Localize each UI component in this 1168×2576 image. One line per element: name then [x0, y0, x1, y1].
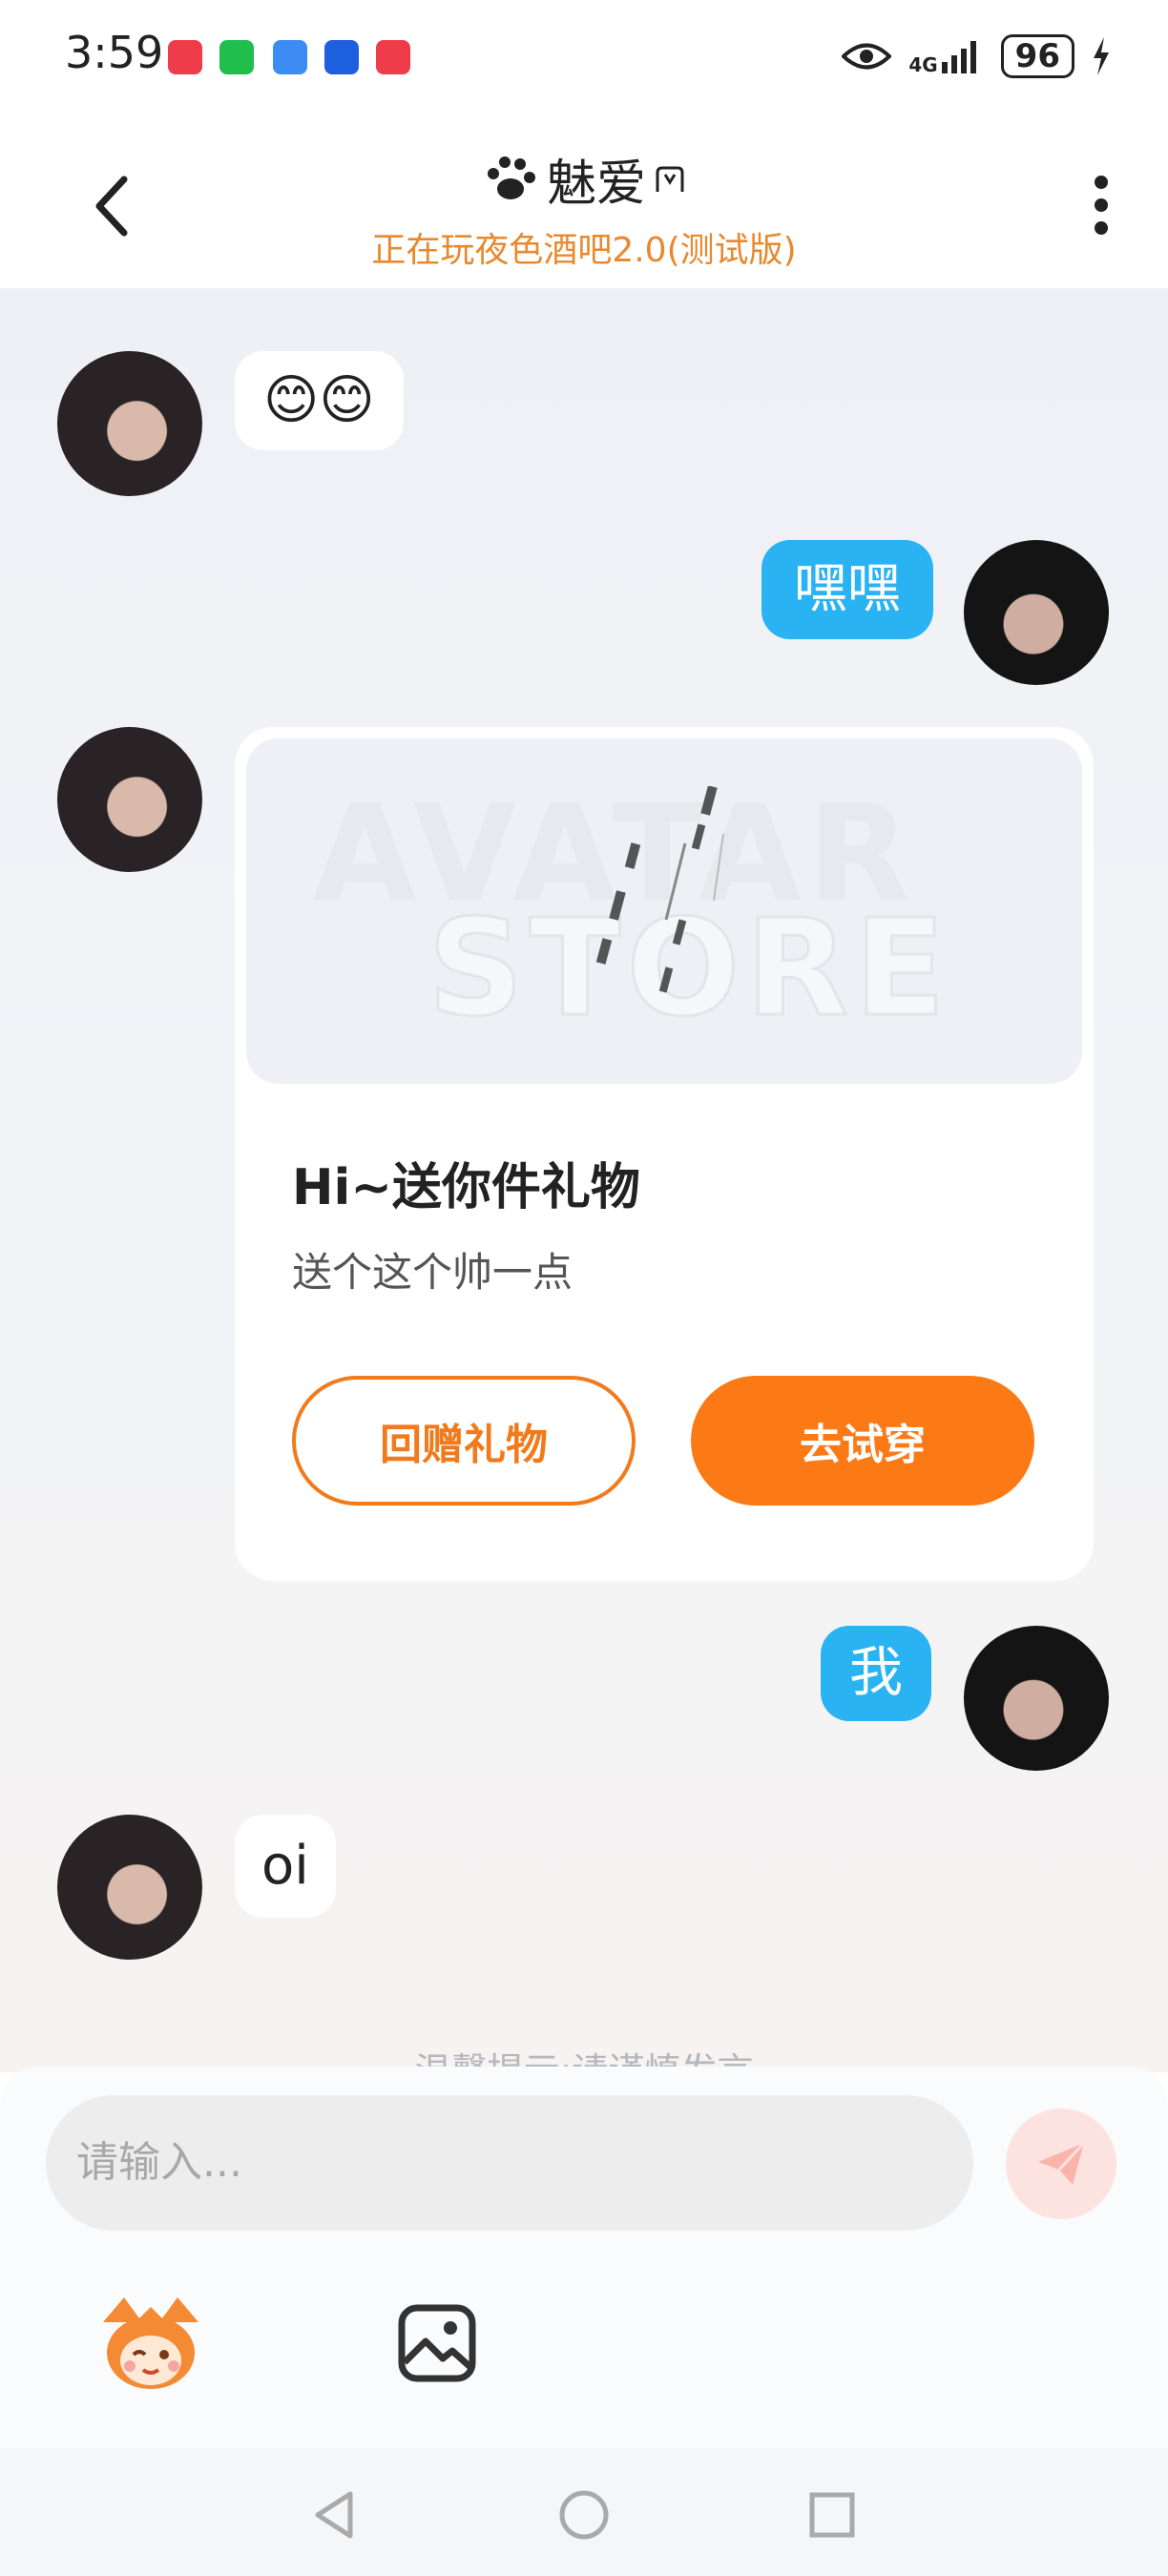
return-gift-button[interactable]: 回赠礼物 [292, 1376, 636, 1506]
contact-name-text: 魅爱 [546, 156, 646, 213]
sticker-button[interactable] [94, 2286, 208, 2400]
try-on-button[interactable]: 去试穿 [691, 1376, 1034, 1506]
message-bubble-received[interactable]: 😊😊 [235, 351, 404, 450]
header-title-area: 魅爱 正在玩夜色酒吧2.0(测试版) [0, 143, 1168, 272]
nav-home-button[interactable] [555, 2486, 613, 2544]
gift-card[interactable]: AVATAR STORE Hi~送你件礼物 送个这个帅一点 回赠礼物 去试穿 [235, 727, 1094, 1581]
image-icon [398, 2304, 476, 2382]
contact-avatar[interactable] [57, 351, 202, 496]
eye-icon [842, 43, 892, 70]
chat-header: 魅爱 正在玩夜色酒吧2.0(测试版) [0, 114, 1168, 288]
more-options-button[interactable] [1082, 168, 1120, 244]
system-navigation-bar [0, 2448, 1168, 2576]
status-bar: 3:59 4G 96 [0, 0, 1168, 114]
battery-indicator: 96 [1000, 34, 1074, 78]
gift-item-illustration [595, 786, 724, 993]
my-avatar[interactable] [964, 540, 1109, 685]
gift-card-image: AVATAR STORE [246, 738, 1082, 1084]
bulb-app-notification-icon [324, 40, 359, 74]
nav-back-button[interactable] [305, 2486, 363, 2544]
network-type-label: 4G [908, 53, 938, 76]
message-bubble-sent[interactable]: 我 [821, 1626, 931, 1721]
chat-message-list[interactable]: 😊😊 嘿嘿 AVATAR STORE Hi~送你件礼物 送个这个帅一点 回赠礼物… [0, 288, 1168, 2072]
contact-avatar[interactable] [57, 1815, 202, 1960]
notification-app-icon [168, 40, 202, 74]
status-time: 3:59 [65, 27, 164, 78]
wechat-notification-icon [219, 40, 254, 74]
send-button[interactable] [1006, 2109, 1116, 2219]
image-button[interactable] [380, 2286, 494, 2400]
send-plane-icon [1038, 2141, 1086, 2185]
contact-name: 魅爱 [482, 143, 686, 215]
wifi-app-notification-icon [273, 40, 307, 74]
signal-strength: 4G [908, 39, 983, 76]
nav-recents-button[interactable] [803, 2486, 861, 2544]
decorative-icon [656, 166, 684, 192]
square-recents-icon [809, 2492, 855, 2538]
mascot-sticker-icon [103, 2297, 198, 2389]
gift-card-title: Hi~送你件礼物 [292, 1159, 640, 1216]
message-input[interactable]: 请输入... [46, 2095, 973, 2231]
signal-bars-icon [941, 41, 976, 73]
more-vertical-icon [1082, 176, 1120, 235]
gift-card-description: 送个这个帅一点 [292, 1249, 574, 1296]
message-bubble-sent[interactable]: 嘿嘿 [761, 540, 933, 639]
notification-app-icon [376, 40, 410, 74]
charging-icon [1094, 37, 1109, 75]
triangle-back-icon [315, 2491, 353, 2539]
circle-home-icon [559, 2490, 609, 2540]
my-avatar[interactable] [964, 1626, 1109, 1771]
composer-panel: 请输入... [0, 2067, 1168, 2448]
message-bubble-received[interactable]: oi [235, 1815, 336, 1918]
playing-status: 正在玩夜色酒吧2.0(测试版) [371, 231, 797, 270]
contact-avatar[interactable] [57, 727, 202, 872]
paw-icon [487, 156, 535, 199]
